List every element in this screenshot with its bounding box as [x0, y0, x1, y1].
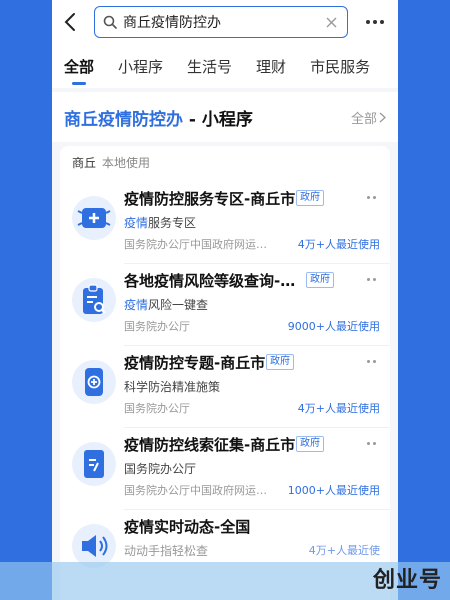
more-dot-icon	[366, 20, 370, 24]
item-more-button[interactable]	[367, 196, 376, 199]
clear-search-button[interactable]	[323, 14, 339, 30]
item-source: 国务院办公厅中国政府网运…	[124, 484, 267, 497]
list-item[interactable]: 疫情防控专题-商丘市 政府 科学防治精准施策 国务院办公厅 4万+人最近使用	[60, 346, 390, 428]
item-users: 4万+人最近使用	[297, 402, 380, 415]
mask-icon	[72, 196, 116, 240]
more-dot-icon	[373, 20, 377, 24]
tab-finance[interactable]: 理财	[256, 56, 286, 77]
gov-badge: 政府	[266, 354, 294, 370]
tab-mini-program[interactable]: 小程序	[118, 56, 163, 77]
section-view-all[interactable]: 全部	[351, 108, 386, 127]
item-users: 1000+人最近使用	[287, 484, 380, 497]
clipboard-search-icon	[72, 278, 116, 322]
item-subtitle: 科学防治精准施策	[124, 380, 221, 394]
watermark-text: 创业号	[372, 568, 442, 593]
results-card: 商丘 本地使用 疫情防控服务专区-商丘市 政府 疫情服务专区 国务院办公厅中国政…	[60, 146, 390, 600]
section-header: 商丘疫情防控办 - 小程序 全部	[52, 92, 398, 142]
gov-badge: 政府	[296, 190, 324, 206]
list-item[interactable]: 疫情防控服务专区-商丘市 政府 疫情服务专区 国务院办公厅中国政府网运… 4万+…	[60, 182, 390, 264]
item-subtitle: 疫情风险一键查	[124, 298, 209, 312]
item-users: 4万+人最近使	[308, 544, 380, 557]
item-source: 国务院办公厅	[124, 402, 190, 415]
item-more-button[interactable]	[367, 360, 376, 363]
list-item[interactable]: 各地疫情风险等级查询-… 政府 疫情风险一键查 国务院办公厅 9000+人最近使…	[60, 264, 390, 346]
item-users: 4万+人最近使用	[297, 238, 380, 251]
local-usage-label: 商丘 本地使用	[72, 155, 151, 170]
top-bar: 商丘疫情防控办	[52, 0, 398, 44]
phone-cross-icon	[72, 360, 116, 404]
chevron-right-icon	[379, 112, 386, 122]
item-title: 各地疫情风险等级查询-…	[124, 272, 296, 290]
item-title: 疫情防控服务专区-商丘市	[124, 190, 296, 208]
section-title: 商丘疫情防控办 - 小程序	[64, 109, 253, 130]
back-button[interactable]	[52, 0, 88, 44]
item-subtitle: 动动手指轻松查	[124, 544, 209, 558]
tab-all[interactable]: 全部	[64, 56, 94, 85]
item-more-button[interactable]	[367, 442, 376, 445]
item-title: 疫情防控线索征集-商丘市	[124, 436, 296, 454]
tab-life-account[interactable]: 生活号	[187, 56, 232, 77]
phone-screen: 商丘疫情防控办 全部 小程序 生活号 理财 市民服务 商丘疫情防控办 - 小程序…	[52, 0, 398, 600]
search-box[interactable]: 商丘疫情防控办	[94, 6, 348, 38]
gov-badge: 政府	[296, 436, 324, 452]
list-item[interactable]: 疫情防控线索征集-商丘市 政府 国务院办公厅 国务院办公厅中国政府网运… 100…	[60, 428, 390, 510]
item-title: 疫情防控专题-商丘市	[124, 354, 266, 372]
more-menu-button[interactable]	[364, 12, 386, 32]
chevron-left-icon	[64, 13, 75, 31]
tab-citizen-services[interactable]: 市民服务	[310, 56, 370, 77]
more-dot-icon	[380, 20, 384, 24]
item-users: 9000+人最近使用	[287, 320, 380, 333]
item-subtitle: 疫情服务专区	[124, 216, 197, 230]
gov-badge: 政府	[306, 272, 334, 288]
search-icon	[103, 15, 117, 29]
form-icon	[72, 442, 116, 486]
item-source: 国务院办公厅中国政府网运…	[124, 238, 267, 251]
close-icon	[326, 17, 336, 27]
item-subtitle: 国务院办公厅	[124, 462, 197, 476]
result-tabs: 全部 小程序 生活号 理财 市民服务	[52, 44, 398, 88]
item-source: 国务院办公厅	[124, 320, 190, 333]
search-input[interactable]: 商丘疫情防控办	[123, 12, 323, 32]
item-title: 疫情实时动态-全国	[124, 518, 251, 536]
item-more-button[interactable]	[367, 278, 376, 281]
